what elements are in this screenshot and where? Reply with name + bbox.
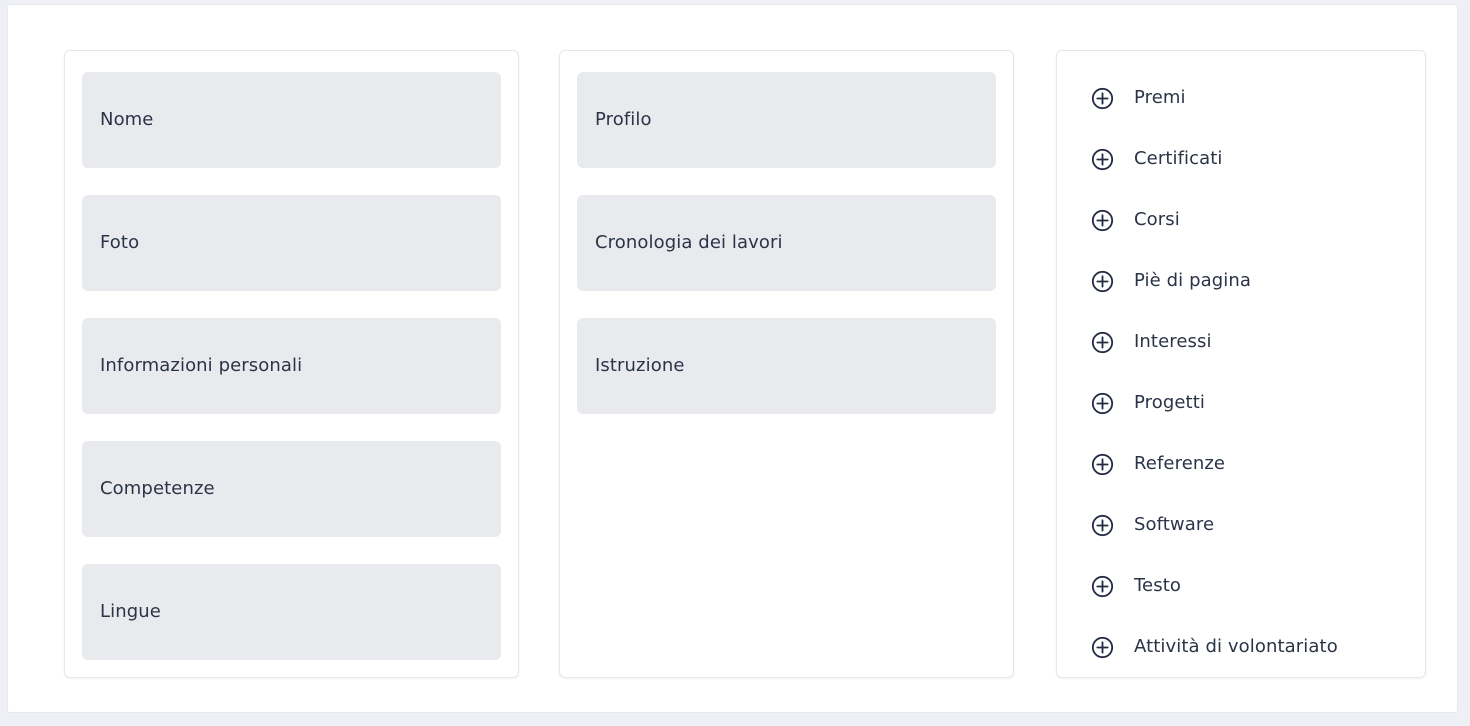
add-section-item[interactable]: Software — [1091, 509, 1425, 541]
plus-circle-icon — [1091, 270, 1114, 292]
plus-circle-icon — [1091, 331, 1114, 353]
add-section-item-label: Interessi — [1134, 331, 1212, 352]
add-section-item[interactable]: Piè di pagina — [1091, 265, 1425, 297]
resume-sections-card-left: Nome Foto Informazioni personali Competenze… — [64, 50, 519, 678]
section-block[interactable]: Profilo — [577, 72, 996, 168]
add-section-item-label: Certificati — [1134, 148, 1223, 169]
add-section-item-label: Corsi — [1134, 209, 1180, 230]
plus-circle-icon — [1091, 392, 1114, 414]
sections-layout: Nome Foto Informazioni personali Competenze… — [8, 5, 1457, 712]
add-section-list: Premi Certificati Corsi Piè di pagina Intere… — [1057, 51, 1425, 663]
plus-circle-icon — [1091, 148, 1114, 170]
add-section-item[interactable]: Premi — [1091, 82, 1425, 114]
add-section-item-label: Referenze — [1134, 453, 1226, 474]
section-block[interactable]: Competenze — [82, 441, 501, 537]
section-block[interactable]: Istruzione — [577, 318, 996, 414]
section-block[interactable]: Foto — [82, 195, 501, 291]
add-section-item-label: Piè di pagina — [1134, 270, 1252, 291]
section-block-label: Lingue — [100, 601, 161, 622]
add-section-item[interactable]: Corsi — [1091, 204, 1425, 236]
section-block-label: Competenze — [100, 478, 215, 499]
page-panel: Nome Foto Informazioni personali Competenze… — [7, 4, 1458, 713]
add-section-item-label: Software — [1134, 514, 1215, 535]
section-block-list-middle: Profilo Cronologia dei lavori Istruzione — [560, 51, 1013, 414]
section-block-label: Informazioni personali — [100, 355, 303, 376]
add-section-card: Premi Certificati Corsi Piè di pagina Intere… — [1056, 50, 1426, 678]
plus-circle-icon — [1091, 575, 1114, 597]
section-block-label: Cronologia dei lavori — [595, 232, 783, 253]
add-section-item[interactable]: Testo — [1091, 570, 1425, 602]
plus-circle-icon — [1091, 514, 1114, 536]
add-section-item-label: Testo — [1134, 575, 1181, 596]
section-block-label: Nome — [100, 109, 154, 130]
section-block[interactable]: Lingue — [82, 564, 501, 660]
section-block-label: Profilo — [595, 109, 652, 130]
section-block[interactable]: Informazioni personali — [82, 318, 501, 414]
resume-sections-card-middle: Profilo Cronologia dei lavori Istruzione — [559, 50, 1014, 678]
add-section-item[interactable]: Progetti — [1091, 387, 1425, 419]
add-section-item-label: Premi — [1134, 87, 1186, 108]
add-section-item[interactable]: Attività di volontariato — [1091, 631, 1425, 663]
add-section-item-label: Progetti — [1134, 392, 1205, 413]
add-section-item-label: Attività di volontariato — [1134, 636, 1338, 657]
section-block[interactable]: Cronologia dei lavori — [577, 195, 996, 291]
plus-circle-icon — [1091, 87, 1114, 109]
section-block[interactable]: Nome — [82, 72, 501, 168]
section-block-label: Istruzione — [595, 355, 685, 376]
add-section-item[interactable]: Interessi — [1091, 326, 1425, 358]
add-section-item[interactable]: Referenze — [1091, 448, 1425, 480]
plus-circle-icon — [1091, 209, 1114, 231]
section-block-label: Foto — [100, 232, 140, 253]
plus-circle-icon — [1091, 453, 1114, 475]
section-block-list-left: Nome Foto Informazioni personali Competenze… — [65, 51, 518, 660]
plus-circle-icon — [1091, 636, 1114, 658]
add-section-item[interactable]: Certificati — [1091, 143, 1425, 175]
